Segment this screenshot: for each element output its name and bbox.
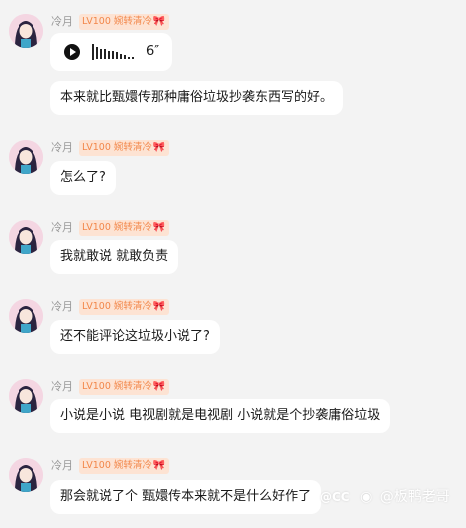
watermark: @CC ◉ @板鸭老哥 — [320, 486, 450, 508]
message-bubble[interactable]: 我就敢说 就敢负责 — [50, 240, 179, 274]
waveform-icon — [92, 44, 134, 60]
voice-message[interactable]: 6″ — [50, 33, 172, 71]
watermark-text: @板鸭老哥 — [379, 489, 450, 505]
message-bubble[interactable]: 怎么了? — [50, 161, 116, 195]
level-badge-text: LV100 婉转清冷 — [82, 460, 152, 471]
bow-icon: 🎀 — [152, 16, 166, 27]
voice-duration: 6″ — [146, 44, 160, 59]
avatar[interactable] — [9, 458, 43, 492]
avatar-image — [9, 220, 43, 254]
username[interactable]: 冷月 — [51, 458, 73, 474]
message-bubble[interactable]: 那会就说了个 甄嬛传本来就不是什么好作了 — [50, 480, 322, 514]
username[interactable]: 冷月 — [51, 14, 73, 30]
level-badge: LV100 婉转清冷🎀 — [79, 379, 170, 395]
avatar-image — [9, 299, 43, 333]
level-badge: LV100 婉转清冷🎀 — [79, 140, 170, 156]
avatar[interactable] — [9, 379, 43, 413]
username[interactable]: 冷月 — [51, 299, 73, 315]
level-badge-text: LV100 婉转清冷 — [82, 381, 152, 392]
bow-icon: 🎀 — [152, 222, 166, 233]
message-bubble[interactable]: 小说是小说 电视剧就是电视剧 小说就是个抄袭庸俗垃圾 — [50, 399, 391, 433]
level-badge-text: LV100 婉转清冷 — [82, 222, 152, 233]
level-badge: LV100 婉转清冷🎀 — [79, 14, 170, 30]
username[interactable]: 冷月 — [51, 220, 73, 236]
message-bubble[interactable]: 本来就比甄嬛传那种庸俗垃圾抄袭东西写的好。 — [50, 81, 344, 115]
weibo-icon: ◉ — [360, 489, 373, 505]
level-badge: LV100 婉转清冷🎀 — [79, 458, 170, 474]
level-badge-text: LV100 婉转清冷 — [82, 142, 152, 153]
bow-icon: 🎀 — [152, 301, 166, 312]
avatar[interactable] — [9, 14, 43, 48]
avatar[interactable] — [9, 140, 43, 174]
level-badge: LV100 婉转清冷🎀 — [79, 220, 170, 236]
avatar-image — [9, 458, 43, 492]
bow-icon: 🎀 — [152, 381, 166, 392]
username[interactable]: 冷月 — [51, 140, 73, 156]
bow-icon: 🎀 — [152, 142, 166, 153]
avatar-image — [9, 379, 43, 413]
level-badge-text: LV100 婉转清冷 — [82, 16, 152, 27]
bow-icon: 🎀 — [152, 460, 166, 471]
avatar-image — [9, 140, 43, 174]
username[interactable]: 冷月 — [51, 379, 73, 395]
level-badge: LV100 婉转清冷🎀 — [79, 299, 170, 315]
message-bubble[interactable]: 还不能评论这垃圾小说了? — [50, 320, 220, 354]
level-badge-text: LV100 婉转清冷 — [82, 301, 152, 312]
play-icon[interactable] — [64, 44, 80, 60]
avatar-image — [9, 14, 43, 48]
watermark-logo: @CC — [320, 490, 350, 504]
avatar[interactable] — [9, 299, 43, 333]
avatar[interactable] — [9, 220, 43, 254]
